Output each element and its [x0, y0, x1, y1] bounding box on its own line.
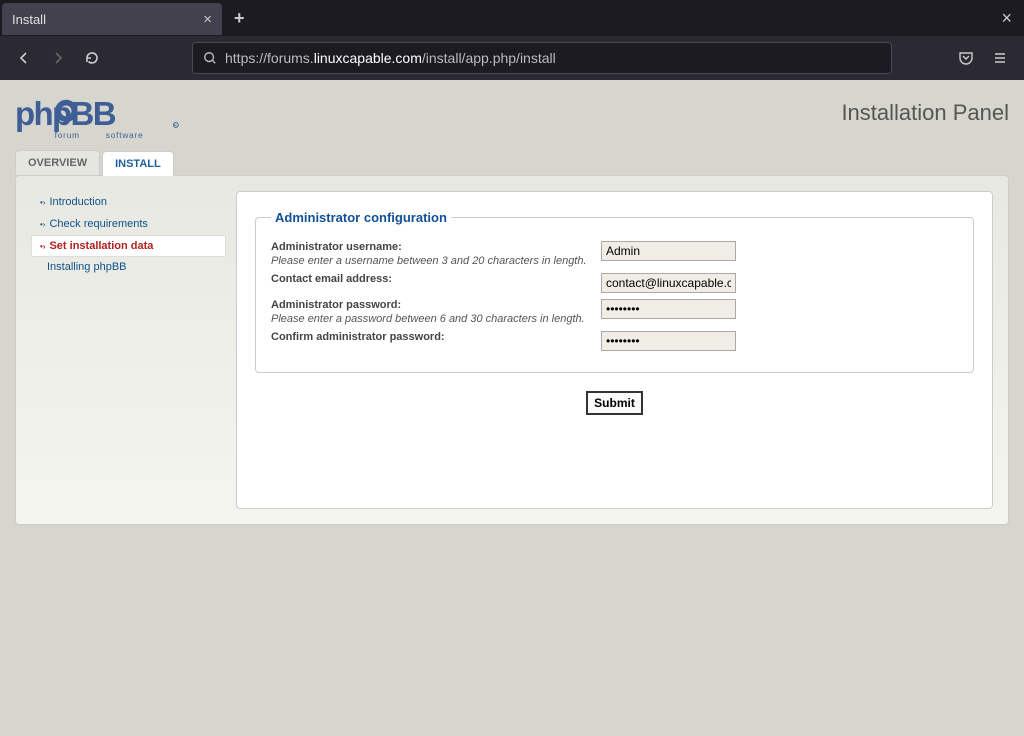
- sidebar-item-label: Check requirements: [49, 218, 147, 230]
- bullet-icon: •›: [40, 198, 45, 207]
- menu-icon[interactable]: [986, 44, 1014, 72]
- confirm-password-label: Confirm administrator password:: [271, 331, 445, 343]
- confirm-password-input[interactable]: [601, 331, 736, 351]
- tab-bar: Install × + ×: [0, 0, 1024, 36]
- forward-icon[interactable]: [44, 44, 72, 72]
- sidebar-item-label: Introduction: [49, 196, 106, 208]
- sidebar-item-set-installation-data[interactable]: •› Set installation data: [31, 235, 226, 257]
- main-panel: •› Introduction •› Check requirements •› Se…: [15, 175, 1009, 525]
- row-confirm-password: Confirm administrator password:: [271, 331, 958, 351]
- install-sidebar: •› Introduction •› Check requirements •› Se…: [31, 191, 226, 509]
- phpbb-logo: phpBB forum software R: [15, 90, 180, 145]
- tab-overview[interactable]: OVERVIEW: [15, 150, 100, 175]
- row-email: Contact email address:: [271, 273, 958, 293]
- password-explain: Please enter a password between 6 and 30…: [271, 313, 601, 325]
- username-input[interactable]: [601, 241, 736, 261]
- browser-chrome: Install × + × https://forums.linuxcapabl…: [0, 0, 1024, 80]
- password-label: Administrator password:: [271, 299, 401, 311]
- nav-bar: https://forums.linuxcapable.com/install/…: [0, 36, 1024, 80]
- main-tabs: OVERVIEWINSTALL: [15, 150, 1009, 175]
- url-bar[interactable]: https://forums.linuxcapable.com/install/…: [192, 42, 892, 74]
- admin-config-fieldset: Administrator configuration Administrato…: [255, 210, 974, 373]
- svg-text:software: software: [106, 131, 144, 140]
- close-tab-icon[interactable]: ×: [203, 11, 212, 28]
- tab-install[interactable]: INSTALL: [102, 151, 174, 176]
- svg-text:R: R: [174, 123, 177, 128]
- browser-tab[interactable]: Install ×: [2, 3, 222, 35]
- sidebar-item-label: Set installation data: [49, 240, 153, 252]
- url-text: https://forums.linuxcapable.com/install/…: [225, 50, 556, 66]
- submit-row: [255, 391, 974, 415]
- row-username: Administrator username: Please enter a u…: [271, 241, 958, 267]
- search-icon: [203, 51, 217, 65]
- back-icon[interactable]: [10, 44, 38, 72]
- content-panel: Administrator configuration Administrato…: [236, 191, 993, 509]
- username-explain: Please enter a username between 3 and 20…: [271, 255, 601, 267]
- username-label: Administrator username:: [271, 241, 402, 253]
- fieldset-legend: Administrator configuration: [271, 210, 451, 225]
- page-header: phpBB forum software R Installation Pane…: [0, 80, 1024, 150]
- reload-icon[interactable]: [78, 44, 106, 72]
- email-label: Contact email address:: [271, 273, 392, 285]
- tab-title: Install: [12, 12, 46, 27]
- sidebar-item-check-requirements[interactable]: •› Check requirements: [31, 213, 226, 235]
- close-window-icon[interactable]: ×: [1001, 8, 1012, 29]
- pocket-icon[interactable]: [952, 44, 980, 72]
- panel-title: Installation Panel: [841, 100, 1009, 126]
- sidebar-item-label: Installing phpBB: [47, 261, 127, 273]
- page-body: phpBB forum software R Installation Pane…: [0, 80, 1024, 736]
- email-input[interactable]: [601, 273, 736, 293]
- row-password: Administrator password: Please enter a p…: [271, 299, 958, 325]
- sidebar-item-introduction[interactable]: •› Introduction: [31, 191, 226, 213]
- password-input[interactable]: [601, 299, 736, 319]
- submit-button[interactable]: [586, 391, 643, 415]
- sidebar-item-installing-phpbb[interactable]: Installing phpBB: [31, 257, 226, 277]
- svg-text:forum: forum: [55, 131, 80, 140]
- bullet-icon: •›: [40, 220, 45, 229]
- bullet-icon: •›: [40, 242, 45, 251]
- new-tab-icon[interactable]: +: [234, 8, 245, 29]
